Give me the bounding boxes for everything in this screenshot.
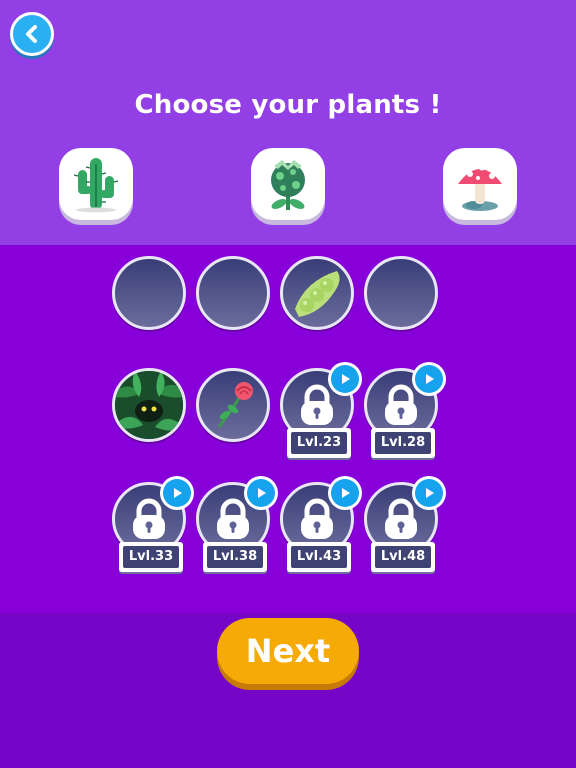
- plant-tile-mushroom[interactable]: [443, 148, 517, 220]
- cactus-icon: [73, 158, 119, 213]
- level-badge: Lvl.43: [287, 542, 351, 572]
- play-icon: [426, 488, 434, 498]
- watch-ad-unlock-button[interactable]: [412, 362, 446, 396]
- rose-icon: [217, 382, 253, 428]
- selected-slot-2[interactable]: [196, 256, 270, 330]
- watch-ad-unlock-button[interactable]: [244, 476, 278, 510]
- level-badge: Lvl.33: [119, 542, 183, 572]
- selected-slot-3[interactable]: [280, 256, 354, 330]
- watch-ad-unlock-button[interactable]: [328, 362, 362, 396]
- selected-slot-1[interactable]: [112, 256, 186, 330]
- play-icon: [426, 374, 434, 384]
- chevron-left-icon: [26, 25, 37, 43]
- plant-rose[interactable]: [196, 368, 270, 442]
- page-title: Choose your plants !: [134, 90, 442, 120]
- plant-tile-cactus[interactable]: [59, 148, 133, 220]
- level-badge: Lvl.23: [287, 428, 351, 458]
- play-icon: [342, 374, 350, 384]
- play-icon: [174, 488, 182, 498]
- watch-ad-unlock-button[interactable]: [412, 476, 446, 510]
- plant-tile-pitcher[interactable]: [251, 148, 325, 220]
- pea-pod-icon: [295, 271, 340, 317]
- watch-ad-unlock-button[interactable]: [328, 476, 362, 510]
- back-button[interactable]: [10, 12, 54, 56]
- plant-jungle[interactable]: [112, 368, 186, 442]
- mushroom-icon: [458, 163, 502, 211]
- level-badge: Lvl.38: [203, 542, 267, 572]
- next-button[interactable]: Next: [217, 618, 359, 684]
- jungle-creature-icon: [115, 371, 183, 439]
- play-icon: [258, 488, 266, 498]
- watch-ad-unlock-button[interactable]: [160, 476, 194, 510]
- selected-slot-4[interactable]: [364, 256, 438, 330]
- play-icon: [342, 488, 350, 498]
- level-badge: Lvl.28: [371, 428, 435, 458]
- carnivorous-plant-icon: [271, 160, 305, 210]
- level-badge: Lvl.48: [371, 542, 435, 572]
